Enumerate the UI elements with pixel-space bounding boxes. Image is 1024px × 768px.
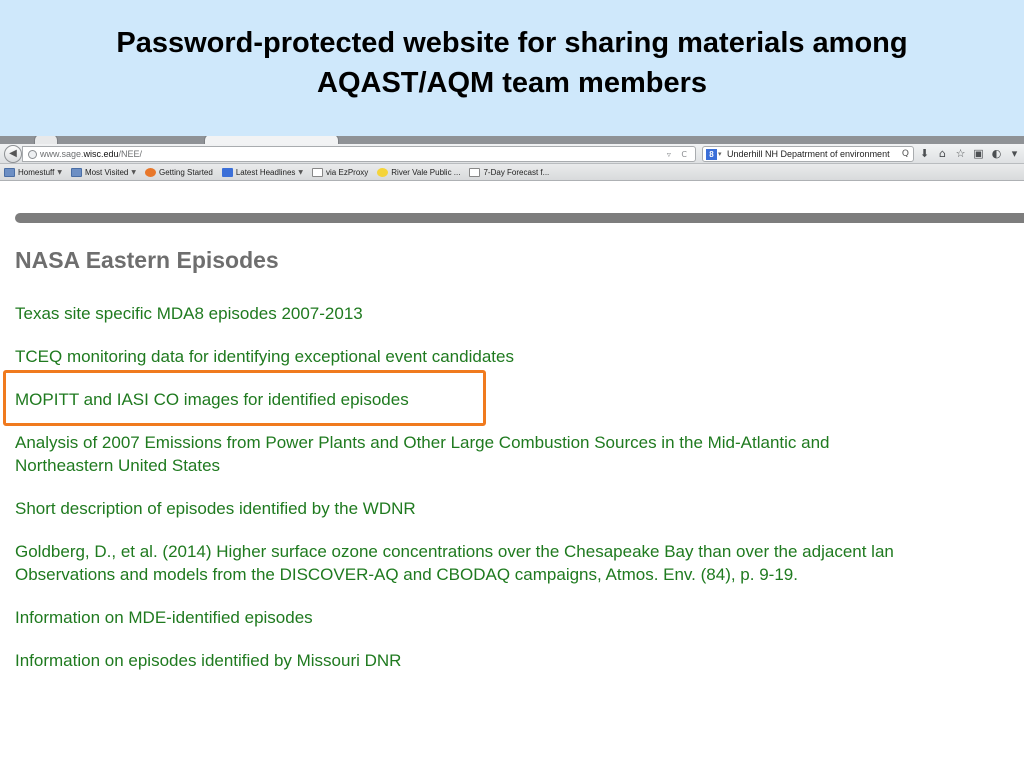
browser-tab[interactable] <box>34 136 58 144</box>
bookmark-item[interactable]: Latest Headlines ▼ <box>221 167 303 177</box>
link-text: Information on MDE-identified episodes <box>15 608 313 627</box>
slide-header: Password-protected website for sharing m… <box>0 0 1024 136</box>
firefox-icon <box>145 167 156 177</box>
page-divider <box>15 213 1024 223</box>
rss-icon <box>221 167 233 177</box>
navigation-toolbar: ◀ www.sage.wisc.edu/NEE/ ▿ C 8 ▾ Underhi… <box>0 144 1024 164</box>
chevron-down-icon[interactable]: ▼ <box>131 169 136 176</box>
url-prefix: www.sage. <box>40 149 84 159</box>
tab-strip <box>0 136 1024 144</box>
page-title: NASA Eastern Episodes <box>15 247 279 273</box>
download-icon[interactable]: ⬇ <box>918 146 931 162</box>
google-icon[interactable]: 8 <box>706 149 717 160</box>
page-link[interactable]: Goldberg, D., et al. (2014) Higher surfa… <box>15 540 1024 586</box>
bookmarks-menu-icon[interactable]: ▣ <box>972 146 985 162</box>
link-text: Short description of episodes identified… <box>15 499 416 518</box>
page-link[interactable]: TCEQ monitoring data for identifying exc… <box>15 345 1024 368</box>
search-engine-dropdown-icon[interactable]: ▾ <box>718 148 722 161</box>
bookmark-label: Homestuff <box>18 167 55 177</box>
bookmark-item[interactable]: Most Visited ▼ <box>70 167 136 177</box>
addon-icon[interactable]: ◐ <box>990 146 1003 162</box>
site-identity-icon[interactable] <box>28 150 37 159</box>
page-link[interactable]: Information on episodes identified by Mi… <box>15 649 1024 672</box>
page-link[interactable]: Analysis of 2007 Emissions from Power Pl… <box>15 431 1024 477</box>
chevron-down-icon[interactable]: ▼ <box>57 169 62 176</box>
link-highlighted[interactable]: MOPITT and IASI CO images for identified… <box>15 388 1024 411</box>
bookmark-item[interactable]: Getting Started <box>145 167 213 177</box>
bookmark-item[interactable]: River Vale Public ... <box>377 167 461 177</box>
link-text: Analysis of 2007 Emissions from Power Pl… <box>15 433 830 452</box>
reload-icon[interactable]: ▿ C <box>667 148 691 161</box>
link-text: Goldberg, D., et al. (2014) Higher surfa… <box>15 542 894 561</box>
web-page: NASA Eastern Episodes Texas site specifi… <box>0 182 1024 768</box>
page-link[interactable]: Short description of episodes identified… <box>15 497 1024 520</box>
link-text: Texas site specific MDA8 episodes 2007-2… <box>15 304 363 323</box>
bookmark-label: Getting Started <box>159 167 213 177</box>
url-bar[interactable]: www.sage.wisc.edu/NEE/ ▿ C <box>22 146 696 162</box>
chevron-down-icon[interactable]: ▼ <box>298 169 303 176</box>
folder-icon <box>4 167 15 177</box>
bookmark-label: 7-Day Forecast f... <box>483 167 550 177</box>
bookmark-label: Latest Headlines <box>235 167 296 177</box>
bookmarks-toolbar: Homestuff ▼ Most Visited ▼ Getting Started La… <box>0 164 1024 181</box>
bookmark-label: Most Visited <box>84 167 129 177</box>
page-icon <box>312 167 324 177</box>
bookmark-star-icon[interactable]: ☆ <box>954 146 967 162</box>
folder-icon <box>70 167 82 177</box>
search-icon[interactable]: Q <box>902 148 909 161</box>
slide-title-line-2: AQAST/AQM team members <box>317 67 707 99</box>
url-text: www.sage.wisc.edu/NEE/ <box>40 148 142 161</box>
menu-icon[interactable]: ▾ <box>1008 146 1021 162</box>
search-input[interactable]: 8 ▾ Underhill NH Depatrment of environme… <box>702 146 914 162</box>
bookmark-label: via EzProxy <box>326 167 369 177</box>
bookmark-item[interactable]: 7-Day Forecast f... <box>469 167 550 177</box>
link-text: Observations and models from the DISCOVE… <box>15 565 798 584</box>
bookmark-label: River Vale Public ... <box>391 167 461 177</box>
link-text: Northeastern United States <box>15 456 221 475</box>
back-arrow-icon[interactable]: ◀ <box>4 145 22 163</box>
link-list: Texas site specific MDA8 episodes 2007-2… <box>15 302 1024 692</box>
bookmark-item[interactable]: via EzProxy <box>312 167 369 177</box>
link-text: TCEQ monitoring data for identifying exc… <box>15 347 514 366</box>
browser-tab-active[interactable] <box>204 136 339 144</box>
browser-window: ◀ www.sage.wisc.edu/NEE/ ▿ C 8 ▾ Underhi… <box>0 136 1024 768</box>
search-value: Underhill NH Depatrment of environment <box>727 149 890 159</box>
page-link[interactable]: Texas site specific MDA8 episodes 2007-2… <box>15 302 1024 325</box>
link-text: Information on episodes identified by Mi… <box>15 651 402 670</box>
slide-title-line-1: Password-protected website for sharing m… <box>116 27 908 59</box>
url-domain: wisc.edu <box>83 149 119 159</box>
link-text: MOPITT and IASI CO images for identified… <box>15 390 409 409</box>
toolbar-icons: ⬇ ⌂ ☆ ▣ ◐ ▾ <box>918 146 1021 162</box>
page-link[interactable]: Information on MDE-identified episodes <box>15 606 1024 629</box>
url-path: /NEE/ <box>118 149 143 159</box>
home-icon[interactable]: ⌂ <box>936 146 949 162</box>
star-icon <box>377 167 389 177</box>
page-icon <box>469 167 481 177</box>
bookmark-item[interactable]: Homestuff ▼ <box>4 167 62 177</box>
